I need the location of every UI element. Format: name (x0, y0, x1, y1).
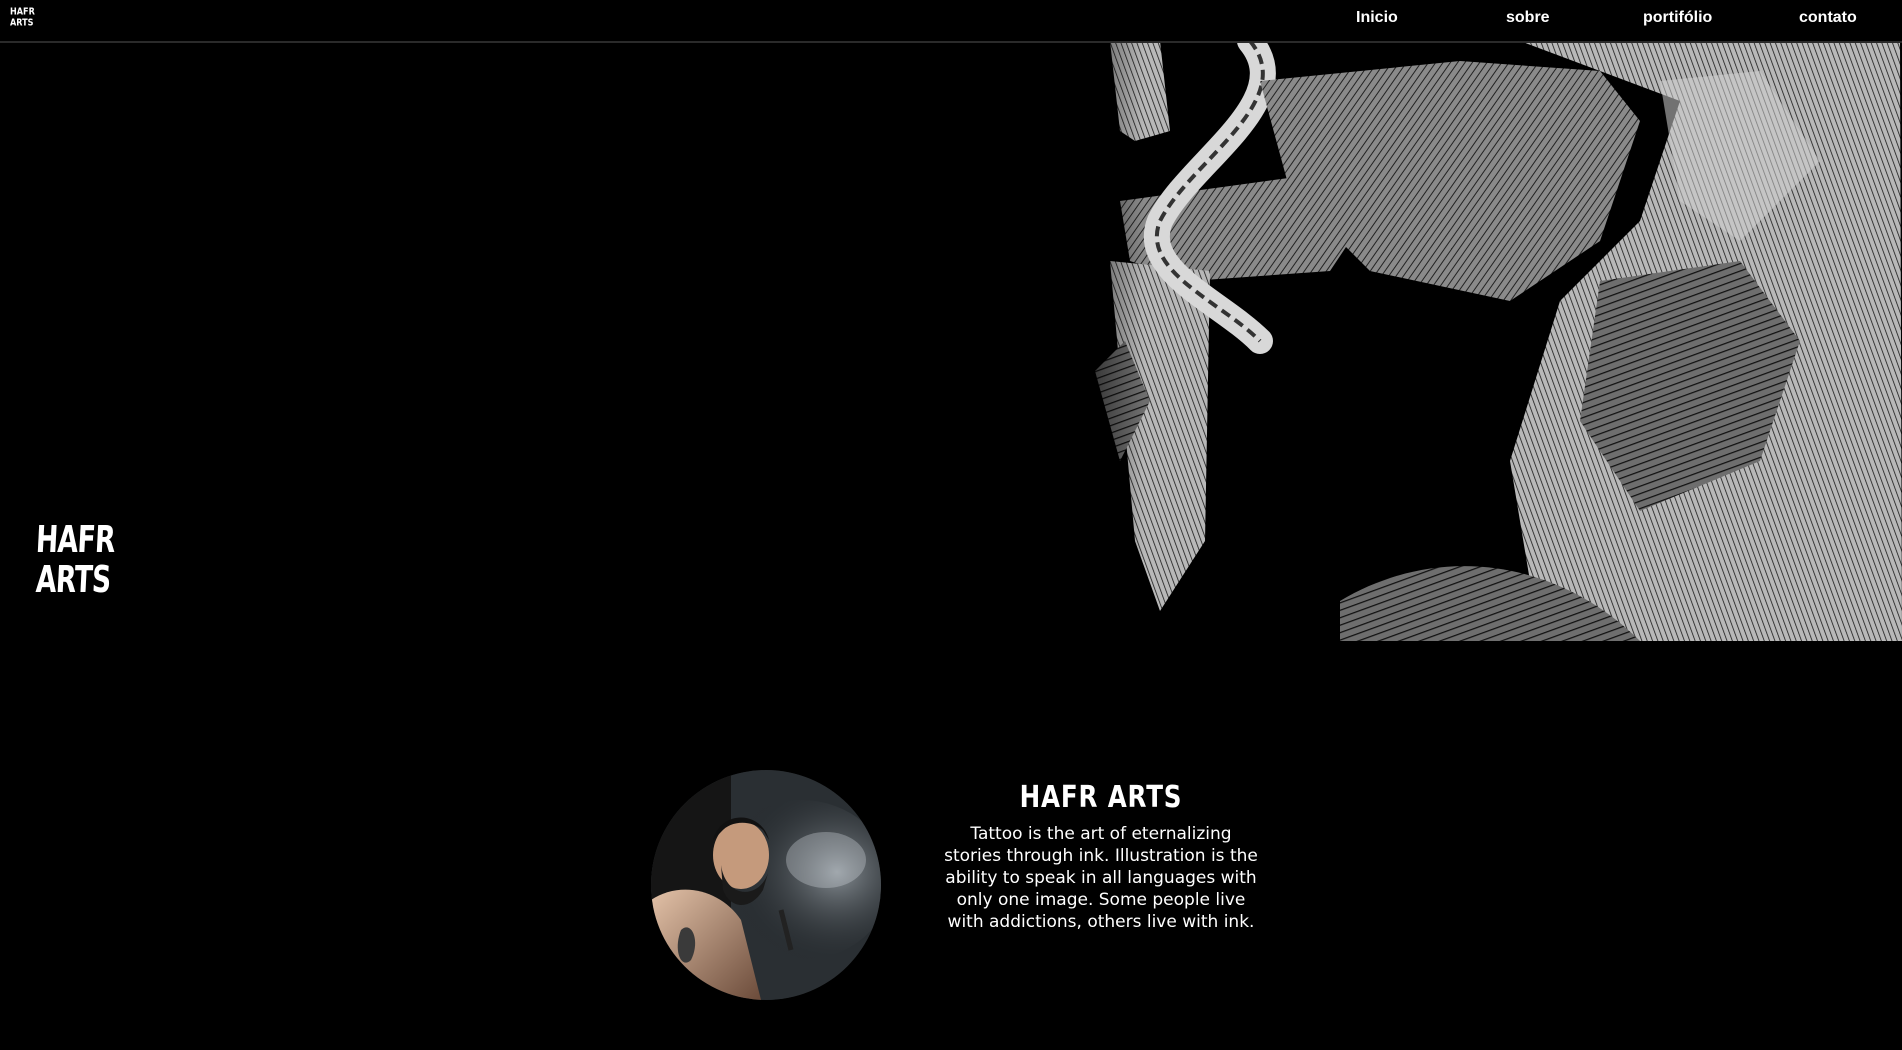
about-body: Tattoo is the art of eternalizing storie… (944, 824, 1258, 932)
nav-link-portifolio[interactable]: portifólio (1643, 9, 1712, 27)
top-navigation: HAFR ARTS Inicio sobre portifólio contat… (0, 0, 1902, 43)
nav-link-contato[interactable]: contato (1799, 9, 1857, 27)
nav-link-inicio[interactable]: Inicio (1356, 9, 1398, 27)
artist-portrait-icon (651, 770, 881, 1000)
artist-photo (651, 770, 881, 1000)
page: HAFR ARTS Inicio sobre portifólio contat… (0, 0, 1902, 1050)
nav-links: Inicio sobre portifólio contato (0, 0, 1902, 41)
hero-logo-line2: ARTS (34, 558, 112, 601)
hero-logo: HAFR ARTS (34, 518, 126, 601)
hero-logo-line1: HAFR (34, 518, 116, 561)
sword-illustration-icon (1040, 41, 1902, 641)
nav-link-sobre[interactable]: sobre (1506, 9, 1550, 27)
about-title: HAFR ARTS (1019, 780, 1183, 815)
about-section: HAFR ARTS Tattoo is the art of eternaliz… (940, 780, 1262, 933)
hero-artwork (1040, 41, 1902, 641)
